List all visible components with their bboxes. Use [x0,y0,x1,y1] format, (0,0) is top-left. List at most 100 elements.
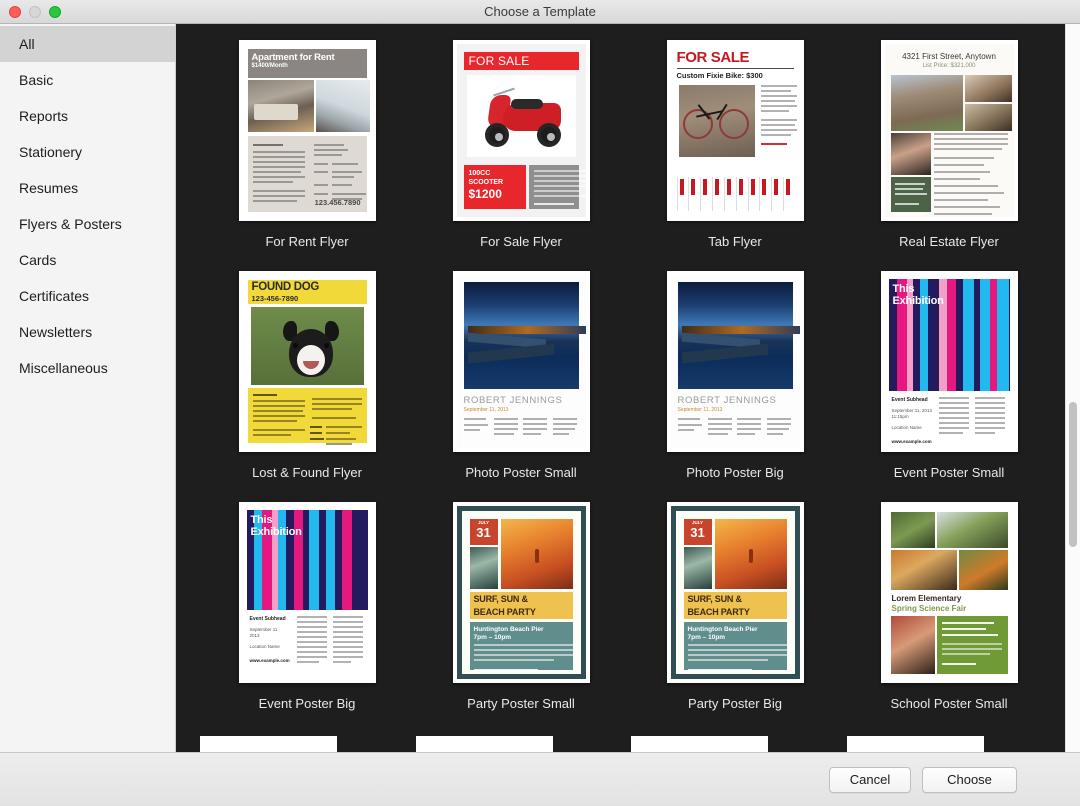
template-thumbnail[interactable]: JULY 31 SURF, SUN & BEACH PARTY Huntingt… [453,502,590,683]
found-dog-phone: 123-456-7890 [248,294,367,303]
scooter-engine: 100CC [469,169,526,178]
party-day: 31 [470,526,498,540]
template-thumbnail-partial[interactable] [416,736,553,752]
party-date-badge: JULY 31 [684,519,712,545]
scooter-price-box: 100CC SCOOTER $1200 [464,165,526,209]
template-thumbnail[interactable]: ROBERT JENNINGS September 11, 2013 [453,271,590,452]
for-sale-banner: FOR SALE [464,52,579,70]
agent-portrait [891,133,931,175]
surfer-photo-small [470,547,498,589]
cancel-button[interactable]: Cancel [829,767,911,793]
template-card-party-poster-big[interactable]: JULY 31 SURF, SUN & BEACH PARTY Huntingt… [628,502,842,733]
for-sale-flyer-art: FOR SALE 100CC SCOOTER $1200 [457,44,586,217]
poster-body-columns [464,418,579,446]
template-thumbnail-partial[interactable] [631,736,768,752]
found-dog-header: FOUND DOG 123-456-7890 [248,280,367,304]
template-card-photo-poster-big[interactable]: ROBERT JENNINGS September 11, 2013 [628,271,842,502]
sidebar-item-resumes[interactable]: Resumes [0,170,175,206]
sidebar-item-all[interactable]: All [0,26,175,62]
sidebar-item-newsletters[interactable]: Newsletters [0,314,175,350]
gallery-scrollbar[interactable] [1065,24,1080,752]
window-title: Choose a Template [0,0,1080,24]
exhibit-date: September 11, 2013 [678,407,723,413]
pier-illustration [468,326,578,372]
party-date-badge: JULY 31 [470,519,498,545]
template-card-party-poster-small[interactable]: JULY 31 SURF, SUN & BEACH PARTY Huntingt… [414,502,628,733]
scooter-type: SCOOTER [469,178,526,187]
poster-body-columns [678,418,793,446]
photographer-name: ROBERT JENNINGS [678,395,777,406]
template-card-tab-flyer[interactable]: FOR SALE Custom Fixie Bike: $300 [628,40,842,271]
interior-photo-1 [248,80,314,132]
sidebar-item-miscellaneous[interactable]: Miscellaneous [0,350,175,386]
template-thumbnail[interactable]: JULY 31 SURF, SUN & BEACH PARTY Huntingt… [667,502,804,683]
lost-found-flyer-art: FOUND DOG 123-456-7890 [243,275,372,448]
template-label: Lost & Found Flyer [252,465,362,480]
template-thumbnail[interactable]: FOR SALE 100CC SCOOTER $1200 [453,40,590,221]
template-grid: Apartment for Rent $1400/Month [176,24,1080,733]
interior-photo-2 [965,104,1012,131]
photo-poster-big-art: ROBERT JENNINGS September 11, 2013 [671,275,800,448]
choose-button[interactable]: Choose [922,767,1017,793]
poster-inner-panel: JULY 31 SURF, SUN & BEACH PARTY Huntingt… [462,511,581,674]
sidebar-item-certificates[interactable]: Certificates [0,278,175,314]
exhibit-date: September 11, 2013 [464,407,509,413]
event-poster-small-art: This Exhibition Event Subhead September … [885,275,1014,448]
event-heading-line2: Exhibition [893,295,944,307]
template-card-event-poster-small[interactable]: This Exhibition Event Subhead September … [842,271,1056,502]
template-thumbnail-partial[interactable] [200,736,337,752]
sidebar-item-flyers-posters[interactable]: Flyers & Posters [0,206,175,242]
party-day: 31 [684,526,712,540]
tab-flyer-subheading: Custom Fixie Bike: $300 [677,71,763,80]
sidebar-item-cards[interactable]: Cards [0,242,175,278]
template-thumbnail[interactable]: This Exhibition Event Subhead September … [239,502,376,683]
party-title-line2: BEACH PARTY [684,605,787,618]
template-card-real-estate-flyer[interactable]: 4321 First Street, Anytown List Price: $… [842,40,1056,271]
template-thumbnail-partial[interactable] [847,736,984,752]
template-card-photo-poster-small[interactable]: ROBERT JENNINGS September 11, 2013 [414,271,628,502]
party-time: 7pm – 10pm [470,634,573,642]
party-details-panel: Huntington Beach Pier 7pm – 10pm [684,622,787,670]
photographer-name: ROBERT JENNINGS [464,395,563,406]
template-card-lost-found-flyer[interactable]: FOUND DOG 123-456-7890 [200,271,414,502]
template-row-partial [176,736,1080,752]
school-heading-line2: Spring Science Fair [892,604,967,613]
sidebar-item-label: Miscellaneous [19,360,108,376]
poster-inner-panel: JULY 31 SURF, SUN & BEACH PARTY Huntingt… [676,511,795,674]
sidebar-item-label: Flyers & Posters [19,216,122,232]
sidebar-item-basic[interactable]: Basic [0,62,175,98]
template-card-for-rent-flyer[interactable]: Apartment for Rent $1400/Month [200,40,414,271]
sidebar-item-stationery[interactable]: Stationery [0,134,175,170]
template-thumbnail[interactable]: 4321 First Street, Anytown List Price: $… [881,40,1018,221]
template-label: School Poster Small [890,696,1007,711]
for-rent-flyer-art: Apartment for Rent $1400/Month [243,44,372,217]
scooter-photo [467,75,576,157]
template-card-event-poster-big[interactable]: This Exhibition Event Subhead September … [200,502,414,733]
school-info-panel [937,616,1008,674]
template-thumbnail[interactable]: ROBERT JENNINGS September 11, 2013 [667,271,804,452]
interior-photo-2 [316,80,370,132]
template-thumbnail[interactable]: This Exhibition Event Subhead September … [881,271,1018,452]
science-photo-1 [891,512,935,548]
beach-sunset-photo [715,519,787,589]
template-thumbnail[interactable]: FOR SALE Custom Fixie Bike: $300 [667,40,804,221]
description-panel [529,165,579,209]
party-venue: Huntington Beach Pier [684,622,787,634]
event-heading: This Exhibition [251,514,302,538]
template-thumbnail[interactable]: Apartment for Rent $1400/Month [239,40,376,221]
party-venue: Huntington Beach Pier [470,622,573,634]
template-thumbnail[interactable]: FOUND DOG 123-456-7890 [239,271,376,452]
template-label: Photo Poster Small [465,465,576,480]
template-thumbnail[interactable]: Lorem Elementary Spring Science Fair [881,502,1018,683]
party-title-band: SURF, SUN & BEACH PARTY [684,592,787,619]
sidebar-item-reports[interactable]: Reports [0,98,175,134]
category-sidebar: All Basic Reports Stationery Resumes Fly… [0,24,176,752]
scooter-price: $1200 [469,187,526,201]
template-card-school-poster-small[interactable]: Lorem Elementary Spring Science Fair [842,502,1056,733]
scrollbar-thumb[interactable] [1069,402,1077,547]
template-card-for-sale-flyer[interactable]: FOR SALE 100CC SCOOTER $1200 [414,40,628,271]
event-url: www.example.com [250,658,292,664]
event-body-columns [939,397,1008,441]
bike-photo [679,85,755,157]
sidebar-item-label: Basic [19,72,53,88]
